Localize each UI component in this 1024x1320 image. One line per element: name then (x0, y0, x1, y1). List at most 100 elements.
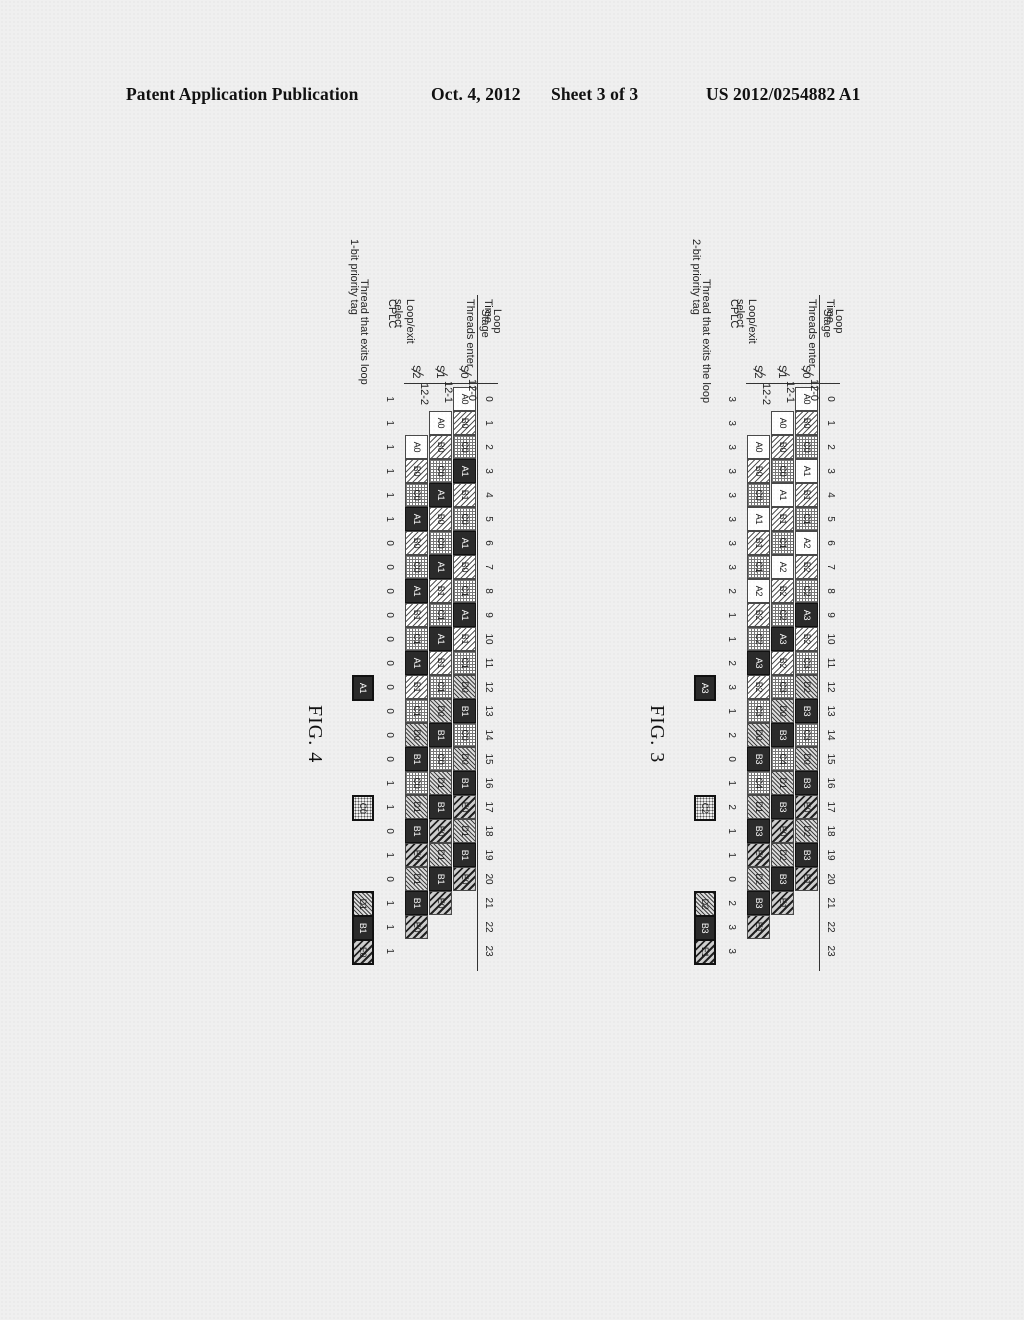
cplc-value: 3 (726, 924, 737, 930)
time-tick: 21 (825, 897, 836, 909)
time-tick: 18 (825, 825, 836, 837)
cplc-label: CPLC (386, 299, 398, 329)
exit-marker: D2 (694, 891, 716, 917)
pipeline-cell: B0 (405, 459, 428, 483)
pipeline-cell: B1 (453, 843, 476, 867)
pipeline-cell: B2 (771, 651, 794, 675)
cplc-value: 1 (384, 492, 395, 498)
exit-marker: E1 (694, 939, 716, 965)
pipeline-cell: B2 (795, 555, 818, 579)
cplc-value: 1 (726, 828, 737, 834)
pipeline-cell: D1 (747, 795, 770, 819)
pipeline-cell: C4 (771, 747, 794, 771)
pipeline-cell: A3 (747, 651, 770, 675)
time-tick: 12 (483, 681, 494, 693)
patent-number: US 2012/0254882 A1 (706, 84, 861, 104)
cplc-value: 1 (726, 780, 737, 786)
time-tick: 19 (483, 849, 494, 861)
pipeline-cell: D0 (405, 723, 428, 747)
pipeline-cell: A1 (747, 507, 770, 531)
pipeline-cell: B1 (405, 819, 428, 843)
pipeline-cell: C3 (795, 723, 818, 747)
pipeline-cell: A2 (795, 531, 818, 555)
pipeline-cell: D2 (771, 843, 794, 867)
pipeline-cell: D1 (405, 795, 428, 819)
pipeline-cell: C2 (747, 627, 770, 651)
pipeline-cell: A1 (453, 531, 476, 555)
pipeline-cell: C0 (429, 531, 452, 555)
time-tick: 18 (483, 825, 494, 837)
cplc-value: 1 (384, 396, 395, 402)
pipeline-cell: B3 (795, 771, 818, 795)
pipeline-cell: C1 (771, 531, 794, 555)
pipeline-cell: E1 (795, 867, 818, 891)
cplc-value: 3 (726, 444, 737, 450)
time-tick: 1 (825, 420, 836, 426)
pipeline-cell: A1 (453, 603, 476, 627)
pipeline-cell: B3 (795, 843, 818, 867)
cplc-value: 0 (384, 540, 395, 546)
time-tick: 21 (483, 897, 494, 909)
pipeline-cell: B1 (429, 723, 452, 747)
pipeline-cell: C0 (453, 723, 476, 747)
time-tick: 1 (483, 420, 494, 426)
pipeline-cell: B0 (795, 411, 818, 435)
time-tick: 3 (825, 468, 836, 474)
lead-ref-12-1: 12-1 (442, 381, 454, 404)
pipeline-cell: B2 (771, 579, 794, 603)
sheet-number: Sheet 3 of 3 (551, 84, 639, 104)
pipeline-cell: B1 (405, 675, 428, 699)
lead-ref-12-1: 12-1 (784, 381, 796, 404)
cplc-value: 3 (726, 948, 737, 954)
time-tick: 15 (483, 753, 494, 765)
pipeline-cell: A1 (405, 507, 428, 531)
pipeline-cell: C0 (405, 771, 428, 795)
time-tick: 22 (483, 921, 494, 933)
exit-marker: D1 (352, 891, 374, 917)
threads-enter-label: Threads enter (806, 299, 818, 368)
pipeline-cell: D1 (429, 771, 452, 795)
pipeline-cell: D0 (795, 747, 818, 771)
pipeline-cell: D1 (771, 771, 794, 795)
pipeline-cell: B0 (453, 555, 476, 579)
publication-date: Oct. 4, 2012 (431, 84, 521, 104)
pipeline-cell: E0 (405, 915, 428, 939)
cplc-value: 3 (726, 564, 737, 570)
pipeline-cell: B3 (795, 699, 818, 723)
cplc-value: 1 (384, 468, 395, 474)
time-tick: 9 (825, 612, 836, 618)
cplc-label: CPLC (728, 299, 740, 329)
pipeline-cell: A1 (795, 459, 818, 483)
time-tick: 6 (483, 540, 494, 546)
time-tick: 11 (483, 657, 494, 669)
pipeline-cell: D0 (747, 723, 770, 747)
figure-4: 1-bit priority tag 0 1 2 3 4 5 6 7 8 9 10 11 12 13 14 15… (180, 235, 510, 1235)
time-tick: 16 (483, 777, 494, 789)
pipeline-cell: B1 (405, 603, 428, 627)
time-tick: 13 (825, 705, 836, 717)
cplc-value: 1 (384, 948, 395, 954)
pipeline-cell: D0 (429, 699, 452, 723)
cplc-value: 1 (384, 780, 395, 786)
pipeline-cell: B0 (429, 435, 452, 459)
cplc-value: 3 (726, 492, 737, 498)
pipeline-cell: B2 (747, 675, 770, 699)
cplc-value: 2 (726, 588, 737, 594)
time-tick: 0 (825, 396, 836, 402)
pipeline-cell: E0 (453, 795, 476, 819)
cplc-value: 2 (726, 804, 737, 810)
time-tick: 23 (825, 945, 836, 957)
cplc-value: 0 (384, 828, 395, 834)
time-tick: 17 (483, 801, 494, 813)
pipeline-cell: D0 (771, 699, 794, 723)
pipeline-cell: E1 (771, 891, 794, 915)
pipeline-cell: B1 (771, 507, 794, 531)
pipeline-cell: B0 (429, 507, 452, 531)
pipeline-cell: B3 (771, 723, 794, 747)
time-tick: 2 (483, 444, 494, 450)
cplc-value: 3 (726, 468, 737, 474)
time-tick: 6 (825, 540, 836, 546)
time-tick: 10 (825, 633, 836, 645)
pipeline-cell: E0 (795, 795, 818, 819)
pipeline-cell: C1 (429, 603, 452, 627)
